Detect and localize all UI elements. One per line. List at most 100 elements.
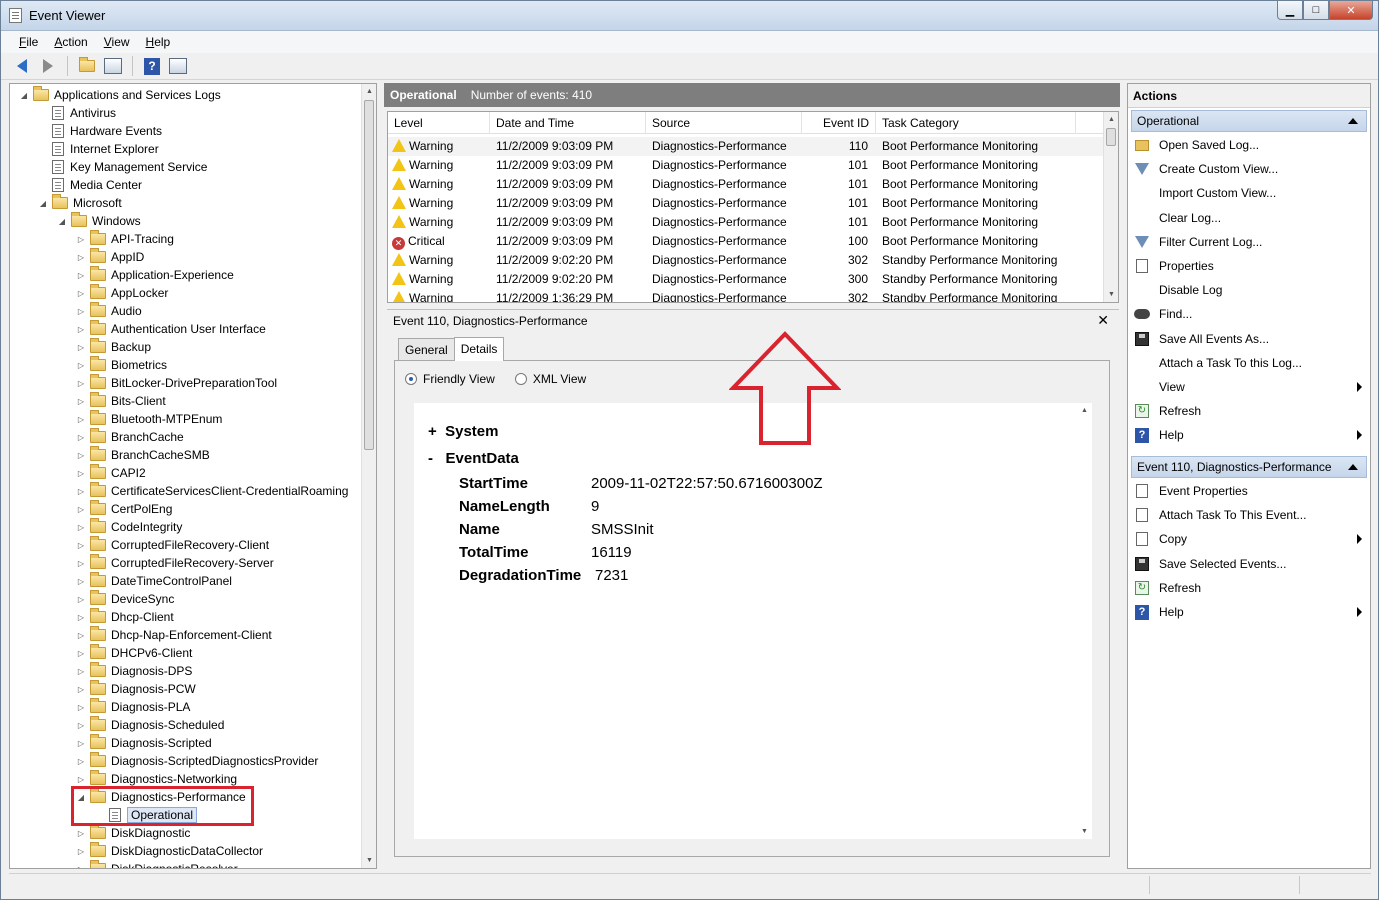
radio-button[interactable]: [514, 373, 527, 385]
collapsed-triangle-icon[interactable]: ▷: [75, 253, 87, 262]
grid-scroll-thumb[interactable]: [1106, 128, 1116, 146]
action-import-custom-view[interactable]: Import Custom View...: [1134, 182, 1364, 204]
tree-item[interactable]: ◢ Microsoft: [37, 194, 122, 212]
scroll-up-arrow-icon[interactable]: ▲: [1104, 112, 1118, 127]
scroll-down-arrow-icon[interactable]: ▼: [1077, 824, 1092, 839]
collapsed-triangle-icon[interactable]: ▷: [75, 559, 87, 568]
collapsed-triangle-icon[interactable]: ▷: [75, 739, 87, 748]
tree-item[interactable]: ▷ DiskDiagnosticResolver: [75, 860, 238, 869]
table-row[interactable]: Warning 11/2/2009 9:03:09 PM Diagnostics-P…: [388, 156, 1103, 175]
collapsed-triangle-icon[interactable]: ▷: [75, 721, 87, 730]
collapsed-triangle-icon[interactable]: ▷: [75, 829, 87, 838]
collapsed-triangle-icon[interactable]: ▷: [75, 847, 87, 856]
tree-item[interactable]: ▷ Backup: [75, 338, 151, 356]
expanded-triangle-icon[interactable]: ◢: [18, 91, 30, 100]
close-icon[interactable]: ✕: [1097, 312, 1109, 329]
table-row[interactable]: Warning 11/2/2009 9:03:09 PM Diagnostics-P…: [388, 213, 1103, 232]
collapsed-triangle-icon[interactable]: ▷: [75, 523, 87, 532]
collapsed-triangle-icon[interactable]: ▷: [75, 505, 87, 514]
action-attach-task-to-this-event[interactable]: Attach Task To This Event...: [1134, 504, 1364, 526]
tree-item[interactable]: ▷ Diagnosis-ScriptedDiagnosticsProvider: [75, 752, 318, 770]
action-save-all-events-as[interactable]: Save All Events As...: [1134, 328, 1364, 350]
collapsed-triangle-icon[interactable]: ▷: [75, 775, 87, 784]
table-row[interactable]: Warning 11/2/2009 9:03:09 PM Diagnostics-P…: [388, 194, 1103, 213]
tree-item[interactable]: ▷ DHCPv6-Client: [75, 644, 192, 662]
collapsed-triangle-icon[interactable]: ▷: [75, 361, 87, 370]
action-save-selected-events[interactable]: Save Selected Events...: [1134, 553, 1364, 575]
collapsed-triangle-icon[interactable]: ▷: [75, 451, 87, 460]
action-filter-current-log[interactable]: Filter Current Log...: [1134, 231, 1364, 253]
help-button[interactable]: ?: [141, 55, 163, 77]
tree-item[interactable]: ▷ Bits-Client: [75, 392, 166, 410]
action-event-properties[interactable]: Event Properties: [1134, 480, 1364, 502]
column-header-date-and-time[interactable]: Date and Time: [490, 112, 646, 134]
tab-details[interactable]: Details: [453, 337, 505, 361]
tree-item[interactable]: ▷ Diagnosis-Scheduled: [75, 716, 224, 734]
collapsed-triangle-icon[interactable]: ▷: [75, 865, 87, 869]
tree-item[interactable]: ▷ AppLocker: [75, 284, 168, 302]
collapsed-triangle-icon[interactable]: ▷: [75, 415, 87, 424]
maximize-button[interactable]: □: [1303, 1, 1329, 20]
expanded-triangle-icon[interactable]: ◢: [56, 217, 68, 226]
show-hide-action-pane-button[interactable]: [167, 55, 189, 77]
action-properties[interactable]: Properties: [1134, 255, 1364, 277]
tree-item[interactable]: ▷ Diagnosis-PCW: [75, 680, 196, 698]
column-header-task-category[interactable]: Task Category: [876, 112, 1076, 134]
tree-item[interactable]: Internet Explorer: [37, 140, 159, 158]
tree-item[interactable]: ▷ Dhcp-Nap-Enforcement-Client: [75, 626, 272, 644]
collapsed-triangle-icon[interactable]: ▷: [75, 649, 87, 658]
tree-item[interactable]: ▷ Diagnosis-DPS: [75, 662, 192, 680]
tree-item[interactable]: ▷ Diagnosis-PLA: [75, 698, 190, 716]
tree-item[interactable]: ▷ Bluetooth-MTPEnum: [75, 410, 222, 428]
menu-item-action[interactable]: Action: [46, 35, 95, 49]
tree-item[interactable]: ▷ Diagnosis-Scripted: [75, 734, 212, 752]
expanded-triangle-icon[interactable]: ◢: [37, 199, 49, 208]
collapsed-triangle-icon[interactable]: ▷: [75, 307, 87, 316]
scroll-up-arrow-icon[interactable]: ▲: [1077, 403, 1092, 418]
table-row[interactable]: Warning 11/2/2009 9:02:20 PM Diagnostics-P…: [388, 251, 1103, 270]
system-toggle-icon[interactable]: +: [428, 423, 437, 440]
tree-item[interactable]: ▷ BranchCache: [75, 428, 184, 446]
action-open-saved-log[interactable]: Open Saved Log...: [1134, 134, 1364, 156]
collapsed-triangle-icon[interactable]: ▷: [75, 433, 87, 442]
eventdata-row[interactable]: - EventData: [428, 450, 519, 467]
collapsed-triangle-icon[interactable]: ▷: [75, 703, 87, 712]
table-row[interactable]: Warning 11/2/2009 9:02:20 PM Diagnostics-P…: [388, 270, 1103, 289]
tree-item[interactable]: ▷ CorruptedFileRecovery-Server: [75, 554, 274, 572]
collapsed-triangle-icon[interactable]: ▷: [75, 235, 87, 244]
xml-view-radio[interactable]: XML View: [514, 372, 586, 386]
tree-item[interactable]: ▷ CertPolEng: [75, 500, 172, 518]
action-find[interactable]: Find...: [1134, 303, 1364, 325]
collapsed-triangle-icon[interactable]: ▷: [75, 577, 87, 586]
collapsed-triangle-icon[interactable]: ▷: [75, 667, 87, 676]
tab-general[interactable]: General: [398, 338, 455, 360]
column-header-source[interactable]: Source: [646, 112, 802, 134]
collapsed-triangle-icon[interactable]: ▷: [75, 595, 87, 604]
tree-item[interactable]: Antivirus: [37, 104, 116, 122]
tree-item[interactable]: ▷ DateTimeControlPanel: [75, 572, 232, 590]
action-view[interactable]: View: [1134, 376, 1364, 398]
table-row[interactable]: Warning 11/2/2009 9:03:09 PM Diagnostics-P…: [388, 175, 1103, 194]
tree-item[interactable]: ▷ BitLocker-DrivePreparationTool: [75, 374, 277, 392]
tree-item[interactable]: ▷ CAPI2: [75, 464, 146, 482]
collapsed-triangle-icon[interactable]: ▷: [75, 541, 87, 550]
event-data-scrollbar[interactable]: ▲ ▼: [1077, 403, 1092, 839]
friendly-view-radio[interactable]: Friendly View: [405, 372, 495, 386]
collapsed-triangle-icon[interactable]: ▷: [75, 289, 87, 298]
menu-item-help[interactable]: Help: [138, 35, 179, 49]
collapsed-triangle-icon[interactable]: ▷: [75, 631, 87, 640]
menu-item-view[interactable]: View: [96, 35, 138, 49]
collapsed-triangle-icon[interactable]: ▷: [75, 757, 87, 766]
title-bar[interactable]: Event Viewer ▁ □ ✕: [1, 1, 1378, 31]
grid-scrollbar[interactable]: ▲ ▼: [1103, 112, 1118, 302]
tree-item[interactable]: ▷ BranchCacheSMB: [75, 446, 210, 464]
tree-item[interactable]: Hardware Events: [37, 122, 162, 140]
scroll-up-arrow-icon[interactable]: ▲: [362, 84, 376, 99]
radio-button[interactable]: [405, 373, 417, 385]
collapsed-triangle-icon[interactable]: ▷: [75, 487, 87, 496]
tree-item[interactable]: ▷ Biometrics: [75, 356, 167, 374]
eventdata-toggle-icon[interactable]: -: [428, 450, 433, 467]
table-row[interactable]: Warning 11/2/2009 9:03:09 PM Diagnostics-P…: [388, 137, 1103, 156]
collapse-triangle-icon[interactable]: [1348, 118, 1358, 124]
up-folder-button[interactable]: [76, 55, 98, 77]
